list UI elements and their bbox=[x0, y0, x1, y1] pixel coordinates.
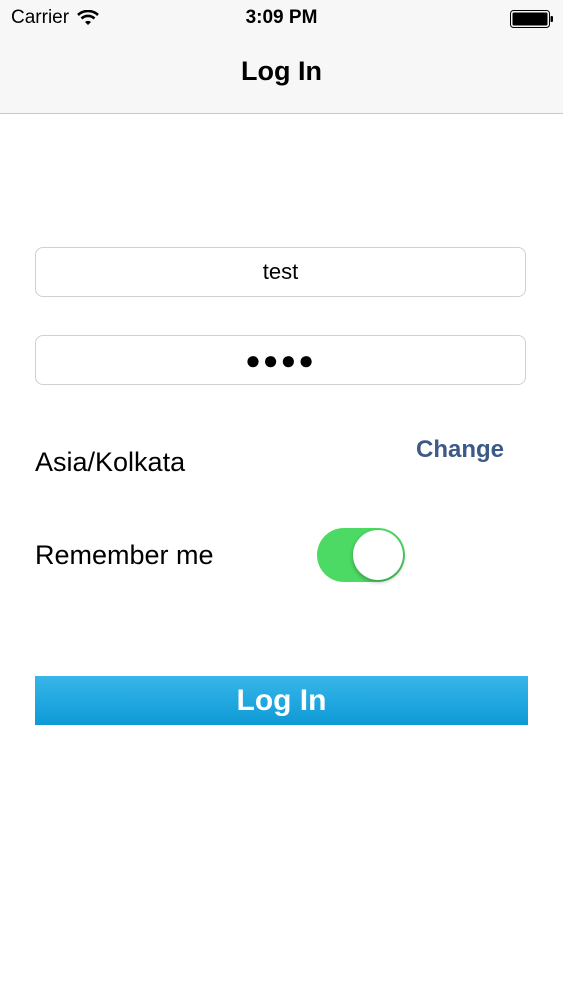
password-value: ●●●● bbox=[245, 344, 316, 375]
login-button[interactable]: Log In bbox=[35, 676, 528, 725]
remember-me-label: Remember me bbox=[35, 540, 214, 570]
username-value: test bbox=[262, 259, 299, 284]
status-time: 3:09 PM bbox=[245, 7, 318, 28]
navigation-bar: Log In bbox=[0, 38, 563, 114]
timezone-label: Asia/Kolkata bbox=[35, 447, 186, 477]
username-field[interactable]: test bbox=[35, 247, 526, 297]
remember-me-toggle[interactable] bbox=[317, 528, 405, 582]
login-screen: Carrier 3:09 PM Log In test ●●●● Asia/Ko… bbox=[0, 0, 563, 1000]
status-bar: Carrier 3:09 PM bbox=[0, 0, 563, 38]
change-timezone-button[interactable]: Change bbox=[416, 436, 504, 464]
page-title: Log In bbox=[241, 56, 322, 86]
password-field[interactable]: ●●●● bbox=[35, 335, 526, 385]
battery-icon bbox=[510, 10, 553, 28]
login-button-label: Log In bbox=[236, 683, 327, 717]
toggle-knob bbox=[353, 530, 403, 580]
